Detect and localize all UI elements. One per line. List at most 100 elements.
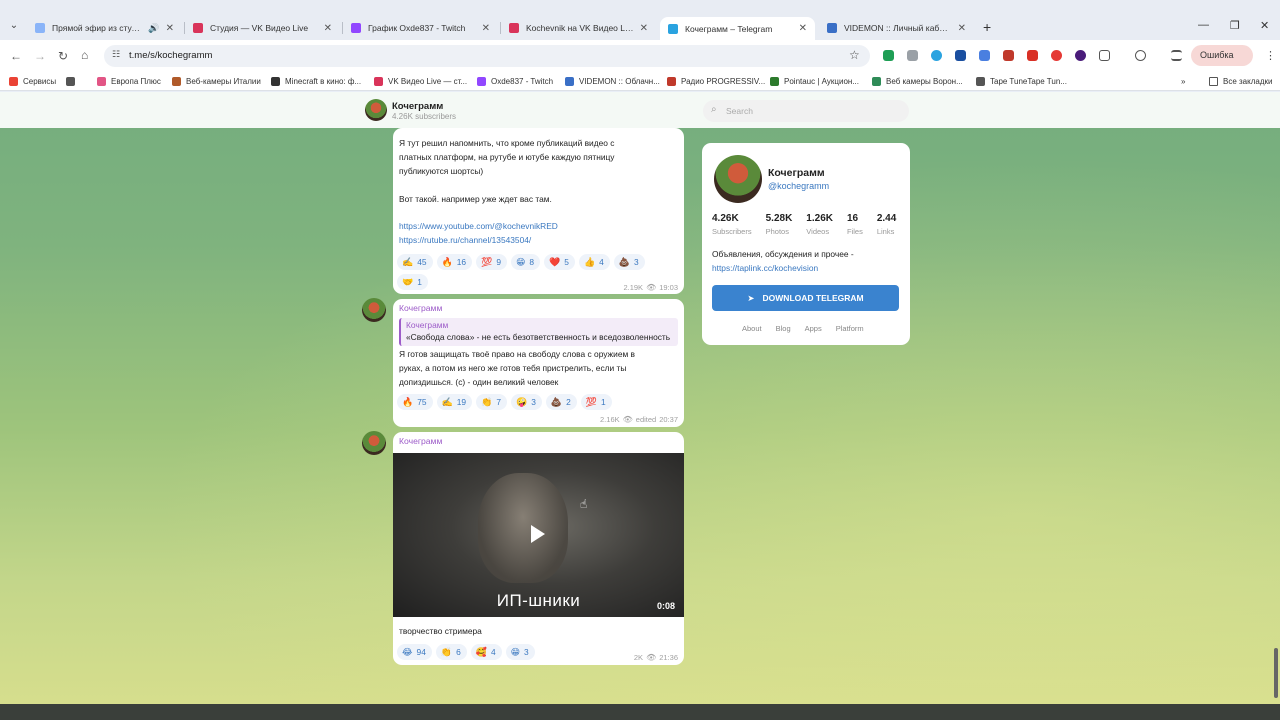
- video-player[interactable]: ИП-шники 0:08: [393, 453, 684, 617]
- browser-tab[interactable]: VIDEMON :: Личный кабинет ✕: [819, 17, 974, 39]
- reaction-chip[interactable]: 🤝 1: [397, 274, 428, 290]
- reaction-chip[interactable]: 😁 8: [510, 254, 541, 270]
- reaction-chip[interactable]: 🤪 3: [510, 394, 542, 410]
- maximize-icon[interactable]: ❐: [1230, 19, 1240, 32]
- extension-icon[interactable]: [955, 50, 966, 61]
- scrollbar[interactable]: [1273, 92, 1280, 704]
- extensions-puzzle-icon[interactable]: [1099, 50, 1110, 61]
- reaction-chip[interactable]: 💩 3: [613, 254, 645, 270]
- minimize-icon[interactable]: —: [1198, 19, 1209, 31]
- scrollbar-thumb[interactable]: [1274, 648, 1278, 698]
- tab-close-icon[interactable]: ✕: [799, 23, 807, 34]
- bookmark-item[interactable]: Tape TuneTape Tun...: [976, 74, 1067, 88]
- back-icon[interactable]: ←: [10, 49, 22, 63]
- url-text[interactable]: t.me/s/kochegramm: [129, 50, 212, 61]
- reaction-chip[interactable]: 😁 3: [505, 644, 535, 660]
- message-author[interactable]: Кочеграмм: [399, 436, 442, 446]
- tab-close-icon[interactable]: ✕: [482, 23, 490, 34]
- reading-list-icon[interactable]: [1171, 50, 1182, 61]
- address-bar[interactable]: [104, 45, 870, 67]
- footer-link[interactable]: About: [742, 324, 762, 333]
- tab-close-icon[interactable]: ✕: [640, 23, 648, 34]
- footer-link[interactable]: Apps: [805, 324, 822, 333]
- reaction-chip[interactable]: 💩 2: [545, 394, 577, 410]
- bookmark-item[interactable]: Minecraft в кино: ф...: [271, 74, 361, 88]
- menu-dots-icon[interactable]: ⋮: [1265, 49, 1276, 62]
- translate-icon[interactable]: [979, 50, 990, 61]
- extension-icon[interactable]: [1051, 50, 1062, 61]
- browser-tab[interactable]: Kochevnik на VK Видео Live – (✕: [501, 17, 656, 39]
- new-tab-button[interactable]: +: [983, 19, 991, 35]
- bookmark-item[interactable]: Сервисы: [9, 74, 56, 88]
- reaction-chip[interactable]: 👍 4: [578, 254, 610, 270]
- channel-stat[interactable]: 16 Files: [847, 213, 863, 243]
- reaction-chip[interactable]: 🔥 16: [436, 254, 473, 270]
- extension-shield-icon[interactable]: [883, 50, 894, 61]
- reload-icon[interactable]: ↻: [58, 49, 68, 63]
- channel-stat[interactable]: 5.28K Photos: [766, 213, 793, 243]
- bookmark-item[interactable]: Веб-камеры Италии: [172, 74, 261, 88]
- bookmark-star-icon[interactable]: ☆: [849, 48, 860, 62]
- all-bookmarks[interactable]: Все закладки: [1209, 74, 1272, 88]
- bookmark-item[interactable]: VIDEMON :: Облачн...: [565, 74, 660, 88]
- channel-stat[interactable]: 1.26K Videos: [806, 213, 833, 243]
- apps-grid-icon[interactable]: [66, 74, 80, 88]
- browser-tab[interactable]: Прямой эфир из студии «E🔊 ✕: [27, 17, 182, 39]
- reply-quote[interactable]: Кочеграмм «Свобода слова» - не есть безо…: [399, 318, 678, 346]
- pdf-icon[interactable]: [1027, 50, 1038, 61]
- extension-icon[interactable]: [1003, 50, 1014, 61]
- author-avatar[interactable]: [362, 298, 386, 322]
- footer-link[interactable]: Blog: [776, 324, 791, 333]
- reaction-chip[interactable]: ❤️ 5: [544, 254, 575, 270]
- channel-description-link[interactable]: https://taplink.cc/kochevision: [712, 263, 818, 273]
- reaction-chip[interactable]: 👏 7: [476, 394, 507, 410]
- home-icon[interactable]: ⌂: [81, 48, 88, 62]
- channel-stat[interactable]: 4.26K Subscribers: [712, 213, 752, 243]
- extension-icon[interactable]: [1075, 50, 1086, 61]
- reaction-chip[interactable]: 🔥 75: [397, 394, 433, 410]
- bookmark-item[interactable]: Европа Плюс: [97, 74, 161, 88]
- tab-close-icon[interactable]: ✕: [166, 23, 174, 34]
- reaction-chip[interactable]: ✍️ 19: [436, 394, 473, 410]
- bookmark-item[interactable]: Веб камеры Ворон...: [872, 74, 963, 88]
- browser-tab[interactable]: График Oxde837 - Twitch ✕: [343, 17, 498, 39]
- tab-close-icon[interactable]: ✕: [324, 23, 332, 34]
- tab-audio-icon[interactable]: 🔊: [148, 23, 159, 34]
- reaction-emoji-icon: ✍️: [441, 396, 453, 407]
- play-icon[interactable]: [531, 525, 545, 543]
- rutube-link[interactable]: https://rutube.ru/channel/13543504/: [399, 235, 531, 245]
- footer-link[interactable]: Platform: [836, 324, 864, 333]
- download-telegram-button[interactable]: ➤ DOWNLOAD TELEGRAM: [712, 285, 899, 311]
- bookmark-item[interactable]: Oxde837 - Twitch: [477, 74, 553, 88]
- reaction-count: 2: [566, 397, 571, 407]
- reaction-chip[interactable]: ✍️ 45: [397, 254, 433, 270]
- history-icon[interactable]: [1135, 50, 1146, 61]
- bookmark-item[interactable]: VK Видео Live — ст...: [374, 74, 467, 88]
- channel-avatar[interactable]: [365, 99, 387, 121]
- reaction-chip[interactable]: 💯 9: [476, 254, 507, 270]
- reaction-chip[interactable]: 😂 94: [397, 644, 432, 660]
- close-window-icon[interactable]: ✕: [1260, 19, 1269, 32]
- forward-icon[interactable]: →: [34, 49, 46, 63]
- tab-close-icon[interactable]: ✕: [958, 23, 966, 34]
- reaction-chip[interactable]: 💯 1: [580, 394, 612, 410]
- profile-error-button[interactable]: Ошибка: [1191, 45, 1253, 66]
- site-info-icon[interactable]: ☷: [112, 49, 120, 60]
- reaction-chip[interactable]: 👏 6: [435, 644, 467, 660]
- reaction-chip[interactable]: 🥰 4: [470, 644, 502, 660]
- channel-title[interactable]: Кочеграмм: [392, 101, 443, 112]
- message-author[interactable]: Кочеграмм: [399, 303, 442, 313]
- author-avatar[interactable]: [362, 431, 386, 455]
- channel-stat[interactable]: 2.44 Links: [877, 213, 896, 243]
- extension-icon[interactable]: [931, 50, 942, 61]
- bookmark-item[interactable]: Pointauc | Аукцион...: [770, 74, 859, 88]
- youtube-link[interactable]: https://www.youtube.com/@kochevnikRED: [399, 221, 558, 231]
- browser-tab[interactable]: Кочеграмм – Telegram ✕: [660, 17, 815, 40]
- browser-tab[interactable]: Студия — VK Видео Live ✕: [185, 17, 340, 39]
- search-input[interactable]: ⌕ Search: [703, 100, 909, 122]
- extension-icon[interactable]: [907, 50, 918, 61]
- tab-search-icon[interactable]: ⌄: [6, 18, 22, 34]
- bookmarks-overflow-icon[interactable]: »: [1181, 74, 1185, 88]
- bookmark-item[interactable]: Радио PROGRESSIV...: [667, 74, 765, 88]
- channel-card-handle[interactable]: @kochegramm: [768, 181, 829, 191]
